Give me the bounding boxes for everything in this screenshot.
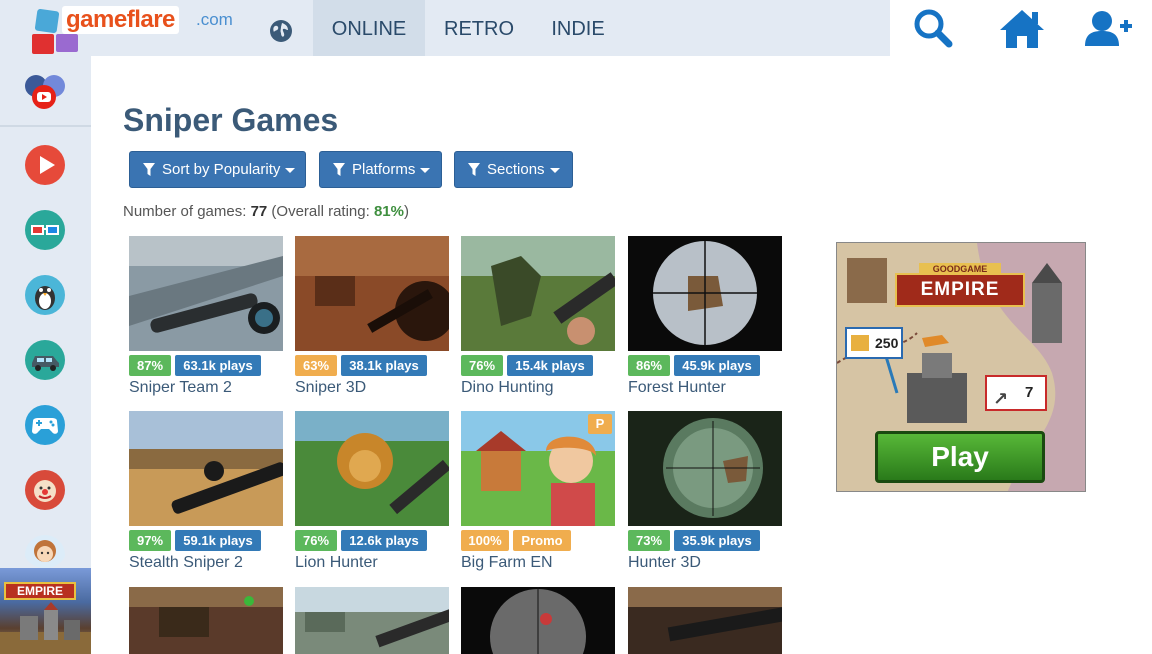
plays-badge: 59.1k plays [175, 530, 261, 551]
promo-corner-badge: P [588, 414, 612, 434]
games-count-value: 77 [250, 203, 268, 220]
plays-badge: 35.9k plays [674, 530, 760, 551]
rating-badge: 86% [628, 355, 670, 376]
ad-play-button[interactable]: Play [875, 431, 1045, 483]
tab-indie[interactable]: INDIE [534, 0, 622, 56]
sections-dropdown[interactable]: Sections [454, 151, 573, 188]
sidebar-separator [0, 125, 91, 127]
car-icon[interactable] [24, 339, 66, 381]
game-title[interactable]: Sniper 3D [295, 379, 366, 397]
3d-glasses-icon[interactable] [24, 209, 66, 251]
clown-icon[interactable] [24, 469, 66, 511]
games-count-label: Number of games: [123, 203, 247, 220]
game-title[interactable]: Lion Hunter [295, 554, 378, 572]
game-card[interactable]: 73% 35.9k plays Hunter 3D [628, 411, 782, 581]
filter-icon [333, 163, 345, 176]
rating-badge: 76% [295, 530, 337, 551]
game-card[interactable]: 97% 59.1k plays Stealth Sniper 2 [129, 411, 283, 581]
game-card[interactable]: 86% 45.9k plays Forest Hunter [628, 236, 782, 406]
game-thumbnail[interactable] [461, 236, 615, 351]
castle-illustration [0, 602, 91, 654]
arrows-value: 7 [1025, 384, 1034, 401]
game-thumbnail[interactable] [129, 411, 283, 526]
logo-cube-purple [56, 34, 78, 52]
rating-badge: 63% [295, 355, 337, 376]
arrows-callout: ↗ 7 [985, 375, 1047, 411]
logo-domain: .com [196, 10, 233, 29]
logo-text: gameflare [62, 6, 179, 34]
gamepad-icon[interactable] [24, 404, 66, 446]
game-title[interactable]: Forest Hunter [628, 379, 726, 397]
chevron-down-icon [420, 167, 431, 173]
logo-cube-red [32, 34, 54, 54]
chevron-down-icon [285, 167, 296, 173]
plays-badge: 12.6k plays [341, 530, 427, 551]
game-thumbnail[interactable] [628, 236, 782, 351]
game-thumbnail[interactable] [129, 236, 283, 351]
game-title[interactable]: Dino Hunting [461, 379, 554, 397]
game-card[interactable]: 63% 38.1k plays Sniper 3D [295, 236, 449, 406]
page-title: Sniper Games [123, 102, 339, 138]
tab-retro[interactable]: RETRO [428, 0, 530, 56]
home-icon[interactable] [996, 6, 1048, 52]
platforms-label: Platforms [352, 161, 416, 178]
game-title[interactable]: Hunter 3D [628, 554, 701, 572]
add-user-icon[interactable] [1082, 6, 1134, 52]
rating-badge: 87% [129, 355, 171, 376]
penguin-icon[interactable] [24, 274, 66, 316]
game-card[interactable]: 76% 12.6k plays Lion Hunter [295, 411, 449, 581]
games-count-line: Number of games: 77 (Overall rating: 81%… [123, 203, 409, 220]
game-card[interactable]: 87% 63.1k plays Sniper Team 2 [129, 236, 283, 406]
game-title[interactable]: Big Farm EN [461, 554, 553, 572]
game-thumbnail[interactable] [295, 236, 449, 351]
wheat-icon [851, 335, 869, 351]
gameflare-logo[interactable]: gameflare .com [28, 4, 238, 54]
resource-value: 250 [875, 335, 899, 351]
girl-icon[interactable] [24, 534, 66, 568]
resource-callout: 250 [845, 327, 903, 359]
rating-suffix: ) [404, 203, 409, 220]
plays-badge: 38.1k plays [341, 355, 427, 376]
rating-badge: 100% [461, 530, 509, 551]
game-thumbnail[interactable] [628, 587, 782, 654]
rating-badge: 73% [628, 530, 670, 551]
plays-badge: 63.1k plays [175, 355, 261, 376]
empire-logo-title: EMPIRE [895, 273, 1025, 307]
game-title[interactable]: Sniper Team 2 [129, 379, 232, 397]
sidebar-ad-empire[interactable]: EMPIRE [0, 568, 91, 654]
video-play-icon[interactable] [24, 144, 66, 186]
promo-badge: Promo [513, 530, 571, 551]
empire-ad[interactable]: EMPIRE GOODGAME 250 ↗ 7 Play [836, 242, 1086, 492]
plays-badge: 15.4k plays [507, 355, 593, 376]
game-thumbnail[interactable] [295, 587, 449, 654]
game-card[interactable]: 76% 15.4k plays Dino Hunting [461, 236, 615, 406]
rating-prefix: (Overall rating: [271, 203, 370, 220]
rating-badge: 76% [461, 355, 503, 376]
game-title[interactable]: Stealth Sniper 2 [129, 554, 243, 572]
globe-icon[interactable] [269, 19, 293, 43]
search-icon[interactable] [910, 6, 956, 52]
bow-icon: ↗ [993, 389, 1009, 409]
game-thumbnail[interactable] [129, 587, 283, 654]
sidebar-ad-banner: EMPIRE [4, 582, 76, 600]
goodgame-brand: GOODGAME [919, 263, 1001, 275]
filter-icon [143, 163, 155, 176]
overall-rating-value: 81% [373, 203, 404, 220]
filter-icon [468, 163, 480, 176]
game-thumbnail[interactable] [628, 411, 782, 526]
social-links-icon[interactable] [22, 72, 72, 110]
top-navigation-bar: gameflare .com ONLINE RETRO INDIE [0, 0, 1152, 56]
game-card[interactable]: P 100% Promo Big Farm EN [461, 411, 615, 581]
plays-badge: 45.9k plays [674, 355, 760, 376]
game-thumbnail[interactable] [295, 411, 449, 526]
game-thumbnail[interactable] [461, 587, 615, 654]
chevron-down-icon [549, 167, 560, 173]
platforms-dropdown[interactable]: Platforms [319, 151, 442, 188]
tab-online[interactable]: ONLINE [313, 0, 425, 56]
sort-by-popularity-dropdown[interactable]: Sort by Popularity [129, 151, 306, 188]
logo-cube-blue [34, 8, 60, 34]
rating-badge: 97% [129, 530, 171, 551]
sort-label: Sort by Popularity [162, 161, 281, 178]
sections-label: Sections [487, 161, 545, 178]
